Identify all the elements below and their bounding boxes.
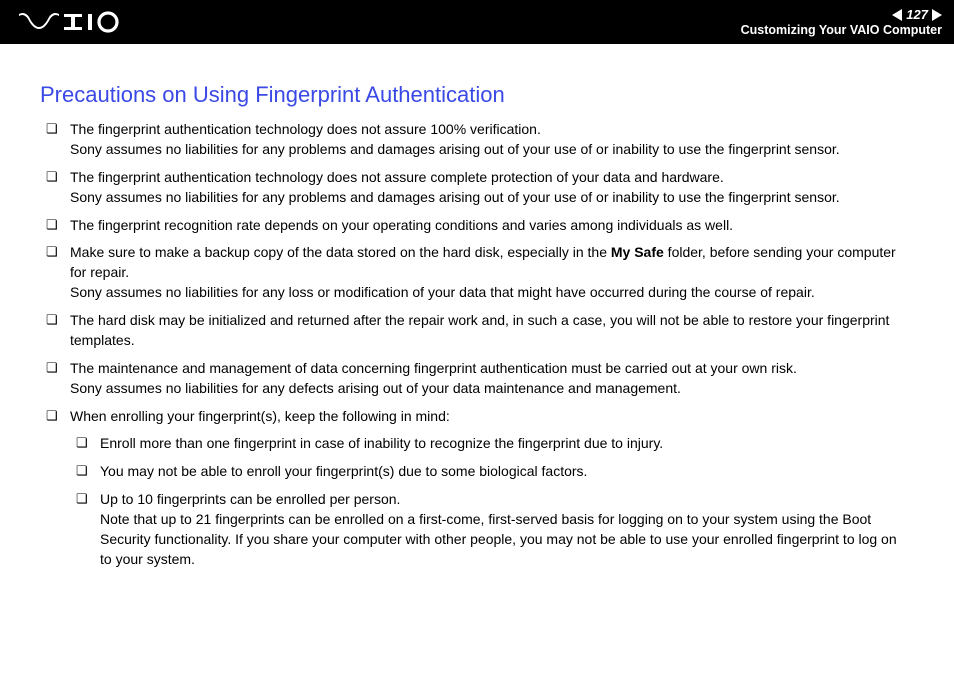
header-right: 127 Customizing Your VAIO Computer bbox=[741, 7, 942, 37]
text: The fingerprint authentication technolog… bbox=[70, 120, 912, 140]
page-nav: 127 bbox=[892, 7, 942, 22]
header-bar: 127 Customizing Your VAIO Computer bbox=[0, 0, 954, 44]
text: Make sure to make a backup copy of the d… bbox=[70, 244, 611, 260]
section-title: Customizing Your VAIO Computer bbox=[741, 23, 942, 37]
text: Sony assumes no liabilities for any loss… bbox=[70, 283, 912, 303]
list-item: You may not be able to enroll your finge… bbox=[70, 462, 912, 482]
list-item: When enrolling your fingerprint(s), keep… bbox=[40, 407, 912, 570]
vaio-logo bbox=[18, 11, 123, 33]
list-item: The fingerprint authentication technolog… bbox=[40, 168, 912, 208]
prev-page-icon[interactable] bbox=[892, 9, 902, 21]
text: Sony assumes no liabilities for any defe… bbox=[70, 379, 912, 399]
text: The fingerprint authentication technolog… bbox=[70, 168, 912, 188]
text: Note that up to 21 fingerprints can be e… bbox=[100, 510, 912, 570]
text: The fingerprint recognition rate depends… bbox=[70, 216, 912, 236]
list-item: The hard disk may be initialized and ret… bbox=[40, 311, 912, 351]
next-page-icon[interactable] bbox=[932, 9, 942, 21]
text: The hard disk may be initialized and ret… bbox=[70, 311, 912, 351]
text: You may not be able to enroll your finge… bbox=[100, 462, 912, 482]
list-item: The maintenance and management of data c… bbox=[40, 359, 912, 399]
list-item: Enroll more than one fingerprint in case… bbox=[70, 434, 912, 454]
page-number: 127 bbox=[904, 7, 930, 22]
bullet-list: The fingerprint authentication technolog… bbox=[40, 120, 912, 570]
list-item: The fingerprint recognition rate depends… bbox=[40, 216, 912, 236]
list-item: Make sure to make a backup copy of the d… bbox=[40, 243, 912, 303]
text: The maintenance and management of data c… bbox=[70, 359, 912, 379]
list-item: The fingerprint authentication technolog… bbox=[40, 120, 912, 160]
text: Sony assumes no liabilities for any prob… bbox=[70, 140, 912, 160]
text: Enroll more than one fingerprint in case… bbox=[100, 434, 912, 454]
content-area: Precautions on Using Fingerprint Authent… bbox=[0, 44, 954, 570]
text: Sony assumes no liabilities for any prob… bbox=[70, 188, 912, 208]
page-heading: Precautions on Using Fingerprint Authent… bbox=[40, 82, 912, 108]
sub-bullet-list: Enroll more than one fingerprint in case… bbox=[70, 434, 912, 569]
list-item: Up to 10 fingerprints can be enrolled pe… bbox=[70, 490, 912, 570]
bold-text: My Safe bbox=[611, 244, 664, 260]
text: Up to 10 fingerprints can be enrolled pe… bbox=[100, 490, 912, 510]
text: When enrolling your fingerprint(s), keep… bbox=[70, 407, 912, 427]
text: Make sure to make a backup copy of the d… bbox=[70, 243, 912, 283]
